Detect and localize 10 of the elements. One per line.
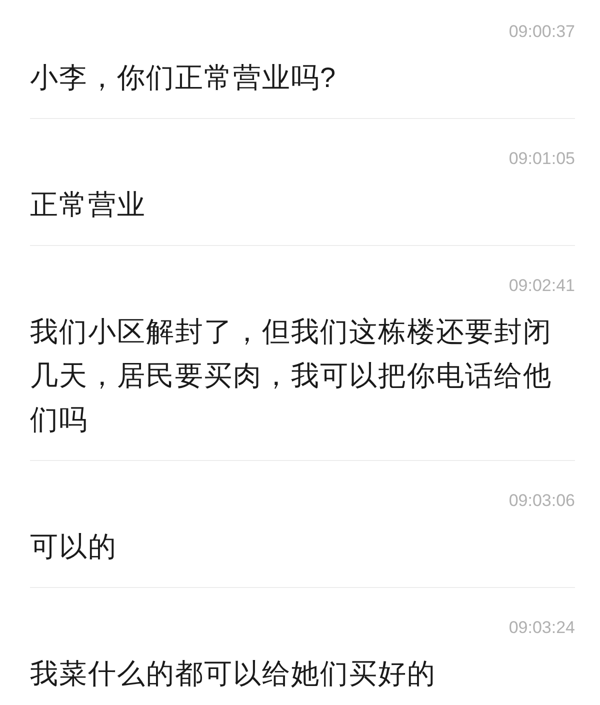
message-timestamp: 09:00:37 — [508, 22, 575, 42]
message-text: 可以的 — [30, 530, 118, 564]
message-text: 正常营业 — [30, 188, 147, 222]
message-timestamp: 09:03:24 — [508, 618, 575, 638]
message-timestamp: 09:01:05 — [508, 149, 575, 169]
message-text: 我菜什么的都可以给她们买好的 — [30, 657, 437, 691]
message-text: 小李，你们正常营业吗? — [30, 61, 338, 95]
message-timestamp: 09:02:41 — [508, 276, 575, 296]
message-timestamp: 09:03:06 — [508, 491, 575, 511]
message-text: 我们小区解封了，但我们这栋楼还要封闭几天，居民要买肉，我可以把你电话给他们吗 — [30, 315, 553, 437]
